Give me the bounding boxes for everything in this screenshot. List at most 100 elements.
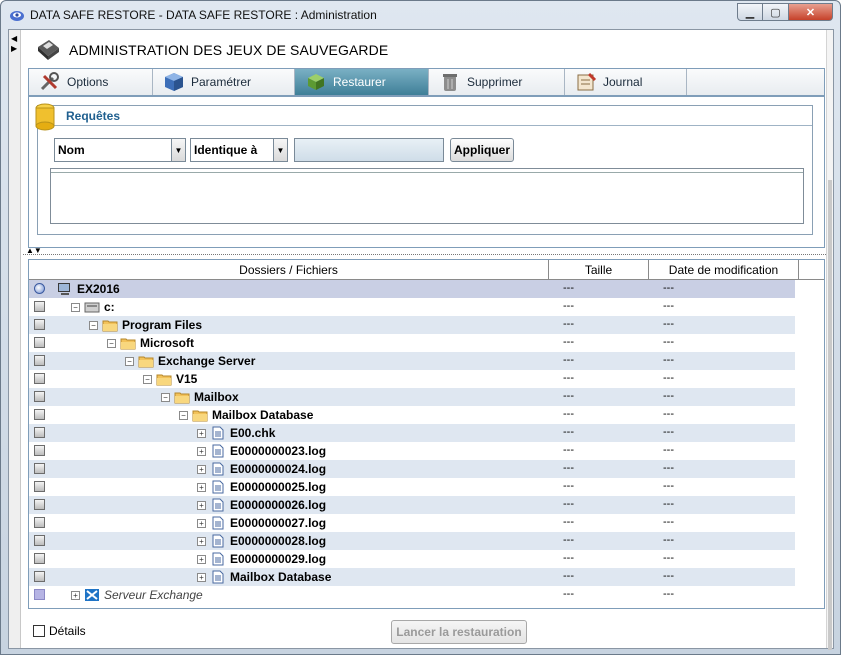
tree-node[interactable]: + Mailbox Database bbox=[197, 568, 331, 586]
tab-supprimer[interactable]: Supprimer bbox=[429, 69, 565, 95]
tab-journal[interactable]: Journal bbox=[565, 69, 687, 95]
row-checkbox[interactable] bbox=[34, 499, 45, 510]
table-row[interactable]: − Exchange Server --- --- bbox=[29, 352, 795, 370]
table-row[interactable]: − c: --- --- bbox=[29, 298, 795, 316]
table-row[interactable]: + E00.chk --- --- bbox=[29, 424, 795, 442]
field-select[interactable]: Nom ▼ bbox=[54, 138, 186, 162]
table-row[interactable]: + E0000000025.log --- --- bbox=[29, 478, 795, 496]
chevron-down-icon[interactable]: ▼ bbox=[274, 138, 288, 162]
row-checkbox[interactable] bbox=[34, 427, 45, 438]
tree-node[interactable]: − Microsoft bbox=[107, 334, 194, 352]
row-checkbox[interactable] bbox=[34, 445, 45, 456]
tree-node[interactable]: + E0000000023.log bbox=[197, 442, 326, 460]
operator-select[interactable]: Identique à ▼ bbox=[190, 138, 288, 162]
tree-node[interactable]: + E0000000025.log bbox=[197, 478, 326, 496]
tree-node[interactable]: + E0000000028.log bbox=[197, 532, 326, 550]
row-checkbox[interactable] bbox=[34, 481, 45, 492]
expand-icon[interactable]: + bbox=[197, 428, 206, 438]
close-button[interactable]: ✕ bbox=[789, 3, 833, 21]
tree-node[interactable]: − V15 bbox=[143, 370, 197, 388]
expand-left-icon[interactable]: ◀ bbox=[11, 34, 17, 43]
details-checkbox[interactable] bbox=[33, 625, 45, 637]
collapse-icon[interactable]: − bbox=[143, 374, 152, 384]
query-list[interactable] bbox=[50, 168, 804, 224]
start-restore-button[interactable]: Lancer la restauration bbox=[391, 620, 527, 644]
tree-node[interactable]: + E00.chk bbox=[197, 424, 275, 442]
tree-node[interactable]: − Exchange Server bbox=[125, 352, 255, 370]
title-bar[interactable]: DATA SAFE RESTORE - DATA SAFE RESTORE : … bbox=[1, 1, 840, 29]
row-checkbox[interactable] bbox=[34, 373, 45, 384]
table-row[interactable]: − V15 --- --- bbox=[29, 370, 795, 388]
tree-node[interactable]: EX2016 bbox=[53, 280, 120, 298]
tree-node[interactable]: + E0000000024.log bbox=[197, 460, 326, 478]
expand-icon[interactable]: + bbox=[197, 572, 206, 582]
row-checkbox[interactable] bbox=[34, 535, 45, 546]
tree-node[interactable]: − Program Files bbox=[89, 316, 202, 334]
window-scrollbar[interactable] bbox=[826, 30, 833, 650]
table-row[interactable]: − Program Files --- --- bbox=[29, 316, 795, 334]
value-input[interactable] bbox=[294, 138, 444, 162]
tree-node[interactable]: + E0000000029.log bbox=[197, 550, 326, 568]
collapse-icon[interactable]: − bbox=[161, 392, 170, 402]
tree-node[interactable]: + E0000000027.log bbox=[197, 514, 326, 532]
chevron-down-icon[interactable]: ▼ bbox=[172, 138, 186, 162]
expand-right-icon[interactable]: ▶ bbox=[11, 44, 17, 53]
row-checkbox[interactable] bbox=[34, 355, 45, 366]
table-row[interactable]: + Serveur Exchange --- --- bbox=[29, 586, 795, 604]
tab-restaurer[interactable]: Restaurer bbox=[295, 69, 429, 95]
panel-splitter[interactable]: ▲▼ bbox=[23, 246, 828, 255]
collapse-strip[interactable]: ◀ ▶ bbox=[9, 30, 21, 648]
collapse-icon[interactable]: − bbox=[71, 302, 80, 312]
table-row[interactable]: + E0000000027.log --- --- bbox=[29, 514, 795, 532]
row-checkbox[interactable] bbox=[34, 463, 45, 474]
operator-select-value[interactable]: Identique à bbox=[190, 138, 274, 162]
row-checkbox[interactable] bbox=[34, 409, 45, 420]
table-row[interactable]: − Mailbox --- --- bbox=[29, 388, 795, 406]
expand-icon[interactable]: + bbox=[197, 518, 206, 528]
table-row[interactable]: − Microsoft --- --- bbox=[29, 334, 795, 352]
row-checkbox[interactable] bbox=[34, 283, 45, 294]
tree-node[interactable]: + Serveur Exchange bbox=[71, 586, 203, 604]
table-row[interactable]: + E0000000023.log --- --- bbox=[29, 442, 795, 460]
tree-node[interactable]: − Mailbox bbox=[161, 388, 239, 406]
tree-node[interactable]: − Mailbox Database bbox=[179, 406, 313, 424]
apply-button[interactable]: Appliquer bbox=[450, 138, 514, 162]
row-checkbox[interactable] bbox=[34, 553, 45, 564]
row-checkbox[interactable] bbox=[34, 319, 45, 330]
collapse-up-icon[interactable]: ▲▼ bbox=[26, 246, 42, 255]
maximize-button[interactable]: ▢ bbox=[763, 3, 789, 21]
table-row[interactable]: + E0000000026.log --- --- bbox=[29, 496, 795, 514]
table-row[interactable]: + Mailbox Database --- --- bbox=[29, 568, 795, 586]
col-header-size[interactable]: Taille bbox=[549, 260, 649, 280]
row-checkbox[interactable] bbox=[34, 391, 45, 402]
table-row[interactable]: − Mailbox Database --- --- bbox=[29, 406, 795, 424]
expand-icon[interactable]: + bbox=[197, 482, 206, 492]
col-header-date[interactable]: Date de modification bbox=[649, 260, 799, 280]
row-checkbox[interactable] bbox=[34, 301, 45, 312]
expand-icon[interactable]: + bbox=[197, 500, 206, 510]
row-checkbox[interactable] bbox=[34, 517, 45, 528]
expand-icon[interactable]: + bbox=[197, 536, 206, 546]
table-row[interactable]: + E0000000029.log --- --- bbox=[29, 550, 795, 568]
tree-node[interactable]: + E0000000026.log bbox=[197, 496, 326, 514]
scrollbar-thumb[interactable] bbox=[828, 180, 832, 650]
field-select-value[interactable]: Nom bbox=[54, 138, 172, 162]
minimize-button[interactable]: ▁ bbox=[737, 3, 763, 21]
expand-icon[interactable]: + bbox=[71, 590, 80, 600]
expand-icon[interactable]: + bbox=[197, 554, 206, 564]
tab-parametrer[interactable]: Paramétrer bbox=[153, 69, 295, 95]
row-checkbox[interactable] bbox=[34, 589, 45, 600]
table-row[interactable]: + E0000000028.log --- --- bbox=[29, 532, 795, 550]
table-scrollbar[interactable] bbox=[797, 280, 824, 608]
collapse-icon[interactable]: − bbox=[125, 356, 134, 366]
row-checkbox[interactable] bbox=[34, 337, 45, 348]
collapse-icon[interactable]: − bbox=[179, 410, 188, 420]
tab-options[interactable]: Options bbox=[29, 69, 153, 95]
collapse-icon[interactable]: − bbox=[107, 338, 116, 348]
expand-icon[interactable]: + bbox=[197, 464, 206, 474]
collapse-icon[interactable]: − bbox=[89, 320, 98, 330]
col-header-name[interactable]: Dossiers / Fichiers bbox=[29, 260, 549, 280]
table-row[interactable]: EX2016 --- --- bbox=[29, 280, 795, 298]
row-checkbox[interactable] bbox=[34, 571, 45, 582]
expand-icon[interactable]: + bbox=[197, 446, 206, 456]
